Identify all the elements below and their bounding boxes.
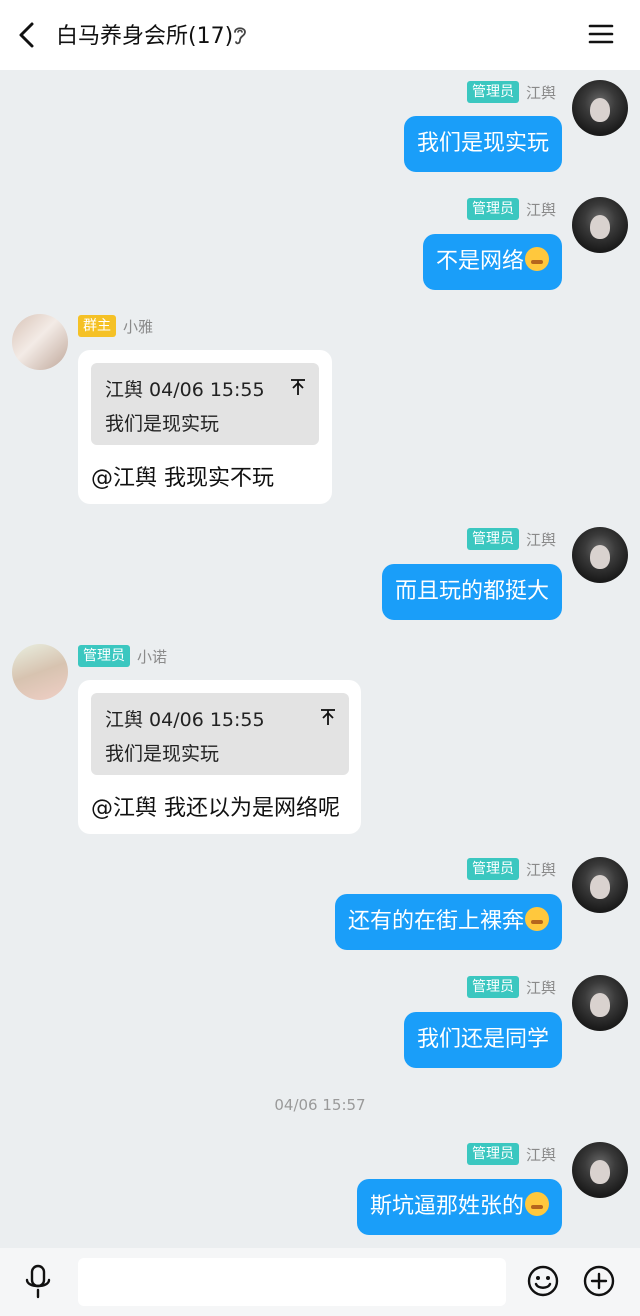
input-bar [0,1248,640,1316]
ear-icon[interactable] [232,24,248,46]
jump-to-original-icon[interactable] [289,377,307,397]
message-bubble[interactable]: 不是网络 [422,234,562,290]
message-bubble[interactable]: 斯坑逼那姓张的 [356,1179,562,1235]
message-text: 我们是现实玩 [416,131,549,156]
admin-badge: 管理员 [466,858,519,880]
message-bubble[interactable]: 还有的在街上裸奔 [334,894,562,950]
grimace-emoji-icon [525,247,549,271]
admin-badge: 管理员 [466,528,519,550]
message-list[interactable]: 管理员 江舆 我们是现实玩 管理员 江舆 不是网络 群主 小雅 江舆 04/06… [0,70,640,1248]
avatar[interactable] [572,1142,628,1198]
microphone-icon[interactable] [24,1264,52,1300]
avatar[interactable] [572,197,628,253]
plus-circle-icon[interactable] [582,1264,616,1298]
message-bubble[interactable]: 我们是现实玩 [403,116,562,172]
sender-name: 江舆 [525,978,556,997]
message-text: 还有的在街上裸奔 [347,909,524,934]
admin-badge: 管理员 [466,198,519,220]
sender-name: 小诺 [137,647,168,666]
chat-title[interactable]: 白马养身会所(17) [56,18,233,50]
message-meta: 管理员 江舆 [466,1142,556,1166]
tongue-emoji-icon [525,907,549,931]
jump-to-original-icon[interactable] [319,707,337,727]
reply-bubble[interactable]: 江舆 04/06 15:55 我们是现实玩 @江舆 我现实不玩 [78,350,332,504]
admin-badge: 管理员 [466,976,519,998]
admin-badge: 管理员 [466,1143,519,1165]
avatar[interactable] [572,975,628,1031]
sender-name: 江舆 [525,860,556,879]
timestamp: 04/06 15:57 [274,1096,366,1114]
admin-badge: 管理员 [78,645,130,667]
message-meta: 管理员 江舆 [466,80,556,104]
message-bubble[interactable]: 我们还是同学 [403,1012,562,1068]
message-meta: 管理员 小诺 [78,644,167,668]
avatar[interactable] [572,857,628,913]
smiley-icon[interactable] [526,1264,560,1298]
sender-name: 江舆 [525,83,556,102]
sender-name: 江舆 [525,530,556,549]
quoted-text: 我们是现实玩 [105,743,220,765]
message-text: 斯坑逼那姓张的 [369,1194,524,1219]
message-meta: 群主 小雅 [78,314,153,338]
avatar[interactable] [572,527,628,583]
sender-name: 小雅 [123,317,154,336]
quoted-sender: 江舆 04/06 15:55 [105,709,265,731]
chevron-left-icon[interactable] [14,20,42,50]
owner-badge: 群主 [78,315,116,337]
message-text: 不是网络 [435,249,524,274]
message-text: @江舆 我还以为是网络呢 [91,796,340,821]
avatar[interactable] [12,644,68,700]
sender-name: 江舆 [525,200,556,219]
avatar[interactable] [12,314,68,370]
quoted-text: 我们是现实玩 [105,413,220,435]
message-input[interactable] [78,1258,506,1306]
sender-name: 江舆 [525,1145,556,1164]
reply-bubble[interactable]: 江舆 04/06 15:55 我们是现实玩 @江舆 我还以为是网络呢 [78,680,361,834]
chat-header: 白马养身会所(17) [0,0,640,70]
message-meta: 管理员 江舆 [466,975,556,999]
quoted-message[interactable]: 江舆 04/06 15:55 我们是现实玩 [91,693,349,775]
grimace-emoji-icon [525,1192,549,1216]
message-meta: 管理员 江舆 [466,527,556,551]
message-text: 而且玩的都挺大 [394,579,549,604]
admin-badge: 管理员 [466,81,519,103]
message-bubble[interactable]: 而且玩的都挺大 [381,564,562,620]
quoted-message[interactable]: 江舆 04/06 15:55 我们是现实玩 [91,363,319,445]
message-text: 我们还是同学 [416,1027,549,1052]
message-text: @江舆 我现实不玩 [91,466,274,491]
message-meta: 管理员 江舆 [466,197,556,221]
avatar[interactable] [572,80,628,136]
message-meta: 管理员 江舆 [466,857,556,881]
quoted-sender: 江舆 04/06 15:55 [105,379,265,401]
hamburger-menu-icon[interactable] [588,22,614,46]
